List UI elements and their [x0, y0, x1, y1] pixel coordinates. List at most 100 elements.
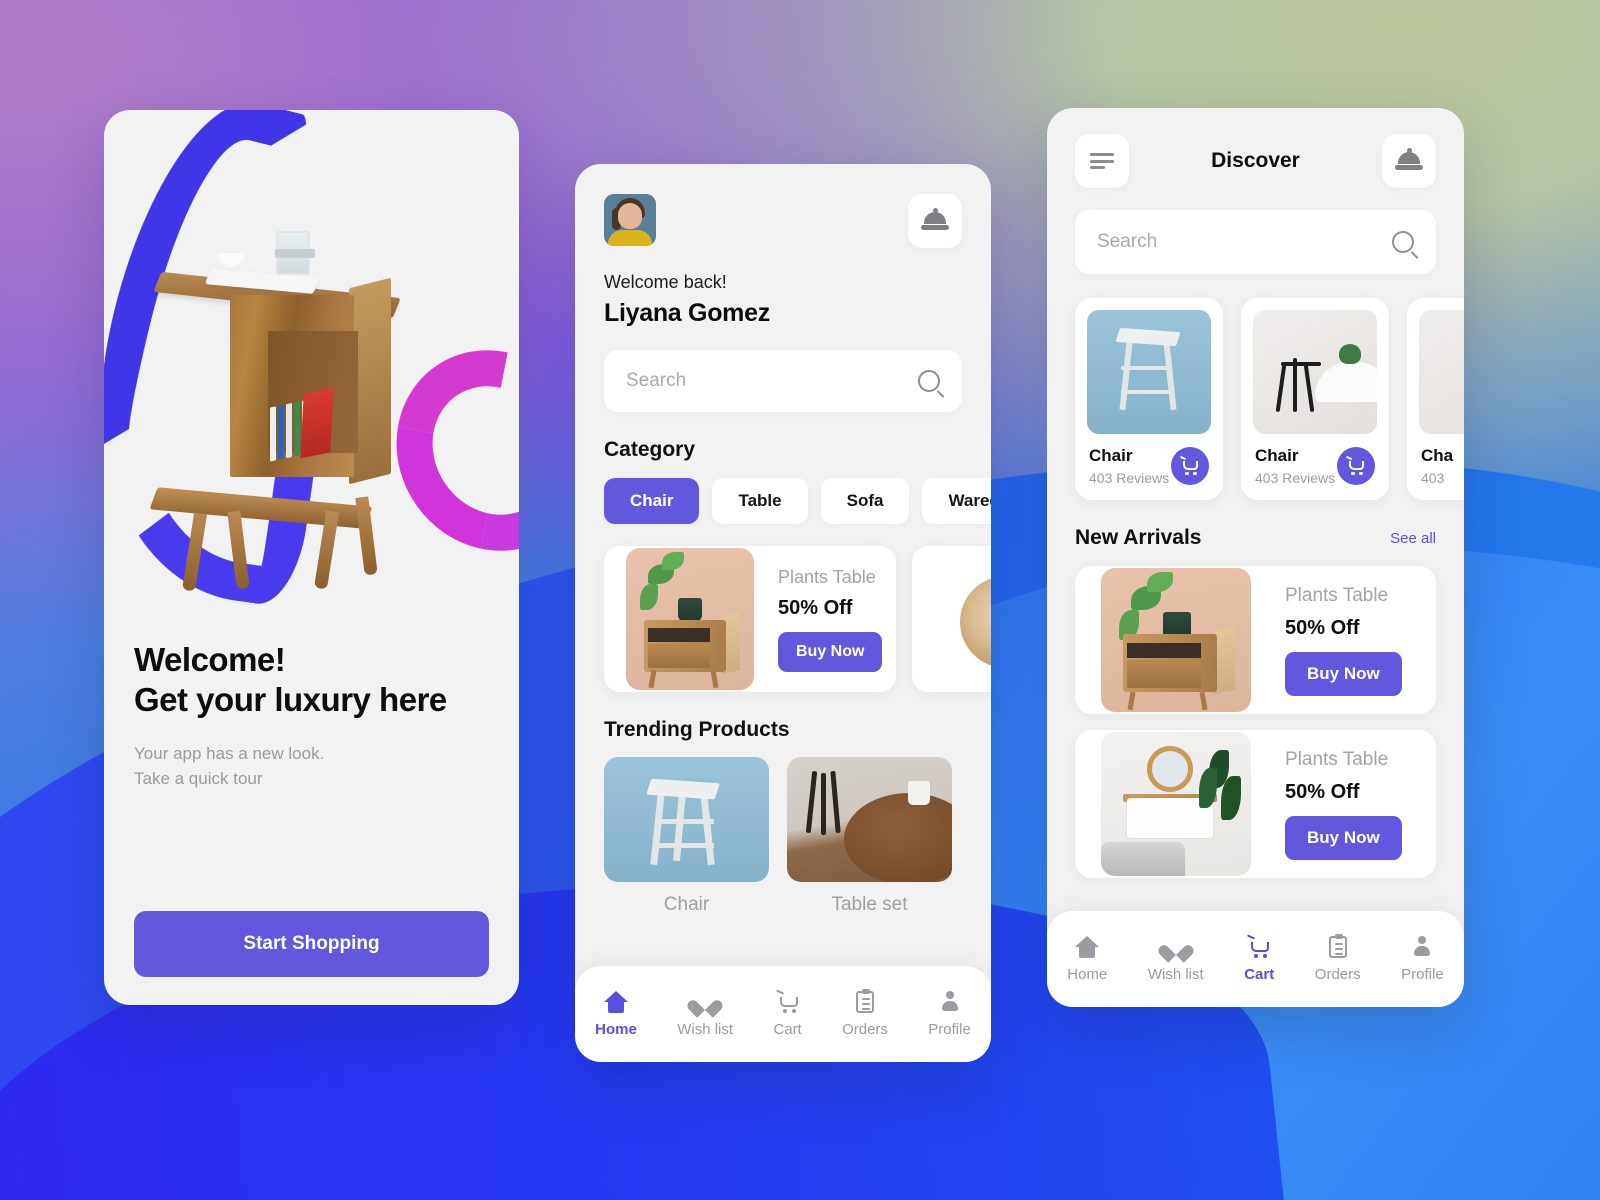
promo-card-next[interactable]	[912, 546, 991, 692]
menu-button[interactable]	[1075, 134, 1129, 188]
trending-item-label: Table set	[831, 894, 908, 915]
nav-item-orders[interactable]: Orders	[842, 989, 888, 1038]
subtitle-line2: Take a quick tour	[134, 769, 263, 788]
promo-product-name: Plants Table	[778, 566, 876, 587]
product-name: Chair	[1089, 446, 1133, 465]
bottom-navigation: Home Wish list Cart Orders Profile	[1047, 911, 1464, 1007]
wishbone-chair-photo	[1419, 310, 1464, 434]
trending-list: Chair Table set	[604, 757, 962, 916]
trending-item-label: Chair	[663, 894, 710, 915]
nav-item-orders[interactable]: Orders	[1315, 934, 1361, 983]
product-name: Chair	[1255, 446, 1299, 465]
search-bar[interactable]	[1075, 210, 1436, 274]
plants-table-photo	[626, 548, 754, 690]
add-to-cart-button[interactable]	[1337, 447, 1375, 485]
product-card[interactable]: Chair 403 Reviews	[1075, 298, 1223, 500]
search-bar[interactable]	[604, 350, 962, 412]
arrival-product-name: Plants Table	[1285, 748, 1389, 770]
bedroom-sideboard-photo	[1101, 732, 1251, 876]
category-chip-waredrobe[interactable]: Waredrobe	[922, 478, 991, 524]
product-card-list: Chair 403 Reviews Chair 403 Reviews Cha …	[1075, 298, 1464, 500]
new-arrivals-heading: New Arrivals	[1075, 526, 1202, 549]
service-bell-icon	[1395, 148, 1423, 172]
buy-now-button[interactable]: Buy Now	[778, 631, 883, 672]
subtitle-line1: Your app has a new look.	[134, 743, 325, 763]
plants-table-photo	[1101, 568, 1251, 712]
onboarding-hero	[104, 110, 519, 610]
product-card-partial[interactable]: Cha 403	[1407, 298, 1464, 500]
arrival-discount: 50% Off	[1285, 780, 1360, 803]
page-title: Welcome! Get your luxury here	[134, 640, 489, 721]
nav-item-profile[interactable]: Profile	[1401, 935, 1444, 983]
category-heading: Category	[604, 438, 696, 461]
wooden-side-table-illustration	[144, 231, 444, 592]
new-arrival-card[interactable]: Plants Table 50% Off Buy Now	[1075, 566, 1436, 714]
phone-screen-home: Welcome back! Liyana Gomez Category Chai…	[575, 164, 991, 1062]
arrival-discount: 50% Off	[1285, 616, 1360, 639]
clipboard-icon	[852, 989, 878, 1014]
phone-screen-onboarding: Welcome! Get your luxury here Your app h…	[104, 110, 519, 1005]
nav-item-wish-list[interactable]: Wish list	[1148, 935, 1204, 983]
search-input[interactable]	[626, 370, 918, 392]
trending-item-chair[interactable]: Chair	[604, 757, 769, 916]
product-reviews: 403 Reviews	[1089, 470, 1170, 486]
product-name: Cha	[1421, 446, 1454, 465]
promo-discount: 50% Off	[778, 596, 853, 619]
hamburger-menu-icon	[1090, 153, 1114, 169]
nav-item-home[interactable]: Home	[595, 990, 637, 1038]
product-reviews: 403	[1421, 470, 1445, 486]
welcome-subtitle: Your app has a new look. Take a quick to…	[134, 741, 489, 792]
cart-icon	[1246, 934, 1272, 959]
promo-carousel: Plants Table 50% Off Buy Now	[604, 546, 991, 692]
category-chip-chair[interactable]: Chair	[604, 478, 700, 524]
nav-item-home[interactable]: Home	[1067, 935, 1107, 983]
category-chip-list: Chair Table Sofa Waredrobe	[604, 478, 991, 524]
service-bell-icon	[921, 208, 949, 232]
bottom-navigation: Home Wish list Cart Orders Profile	[575, 966, 991, 1062]
search-icon[interactable]	[1392, 231, 1414, 253]
category-chip-table[interactable]: Table	[712, 478, 808, 524]
new-arrival-card[interactable]: Plants Table 50% Off Buy Now	[1075, 730, 1436, 878]
nav-item-cart[interactable]: Cart	[1244, 934, 1274, 983]
notification-bell-button[interactable]	[908, 194, 962, 248]
buy-now-button[interactable]: Buy Now	[1285, 815, 1402, 860]
nav-item-wish-list[interactable]: Wish list	[677, 990, 733, 1038]
white-stool-photo	[604, 757, 769, 882]
wooden-table-set-photo	[787, 757, 952, 882]
search-icon[interactable]	[918, 370, 940, 392]
welcome-title-line1: Welcome!	[134, 641, 286, 678]
person-icon	[1409, 935, 1435, 959]
category-chip-sofa[interactable]: Sofa	[820, 478, 910, 524]
nav-item-cart[interactable]: Cart	[773, 989, 802, 1038]
product-card[interactable]: Chair 403 Reviews	[1241, 298, 1389, 500]
home-icon	[1074, 935, 1100, 959]
phone-screen-discover: Discover Search Chair 403 Reviews Chair …	[1047, 108, 1464, 1007]
nav-item-profile[interactable]: Profile	[928, 990, 971, 1038]
cart-icon	[1345, 455, 1366, 475]
trending-item-table-set[interactable]: Table set	[787, 757, 952, 916]
avatar[interactable]	[604, 194, 656, 246]
arrival-product-name: Plants Table	[1285, 584, 1389, 606]
home-header	[604, 194, 962, 248]
search-input[interactable]	[1097, 231, 1392, 253]
heart-icon	[692, 990, 718, 1014]
buy-now-button[interactable]: Buy Now	[1285, 651, 1402, 696]
promo-card[interactable]: Plants Table 50% Off Buy Now	[604, 546, 896, 692]
cart-icon	[775, 989, 801, 1014]
wishbone-chair-photo	[1253, 310, 1377, 434]
trending-heading: Trending Products	[604, 718, 790, 741]
page-title: Discover	[1211, 149, 1300, 172]
cart-icon	[1179, 455, 1200, 475]
wood-slice-photo	[934, 548, 991, 690]
add-to-cart-button[interactable]	[1171, 447, 1209, 485]
see-all-link[interactable]: See all	[1390, 530, 1436, 547]
start-shopping-button[interactable]: Start Shopping	[134, 911, 489, 977]
notification-bell-button[interactable]	[1382, 134, 1436, 188]
product-reviews: 403 Reviews	[1255, 470, 1336, 486]
clipboard-icon	[1325, 934, 1351, 959]
discover-header: Discover	[1075, 134, 1436, 188]
white-stool-photo	[1087, 310, 1211, 434]
heart-icon	[1163, 935, 1189, 959]
new-arrivals-header: New Arrivals See all	[1075, 526, 1436, 550]
greeting-text: Welcome back!	[604, 272, 727, 292]
